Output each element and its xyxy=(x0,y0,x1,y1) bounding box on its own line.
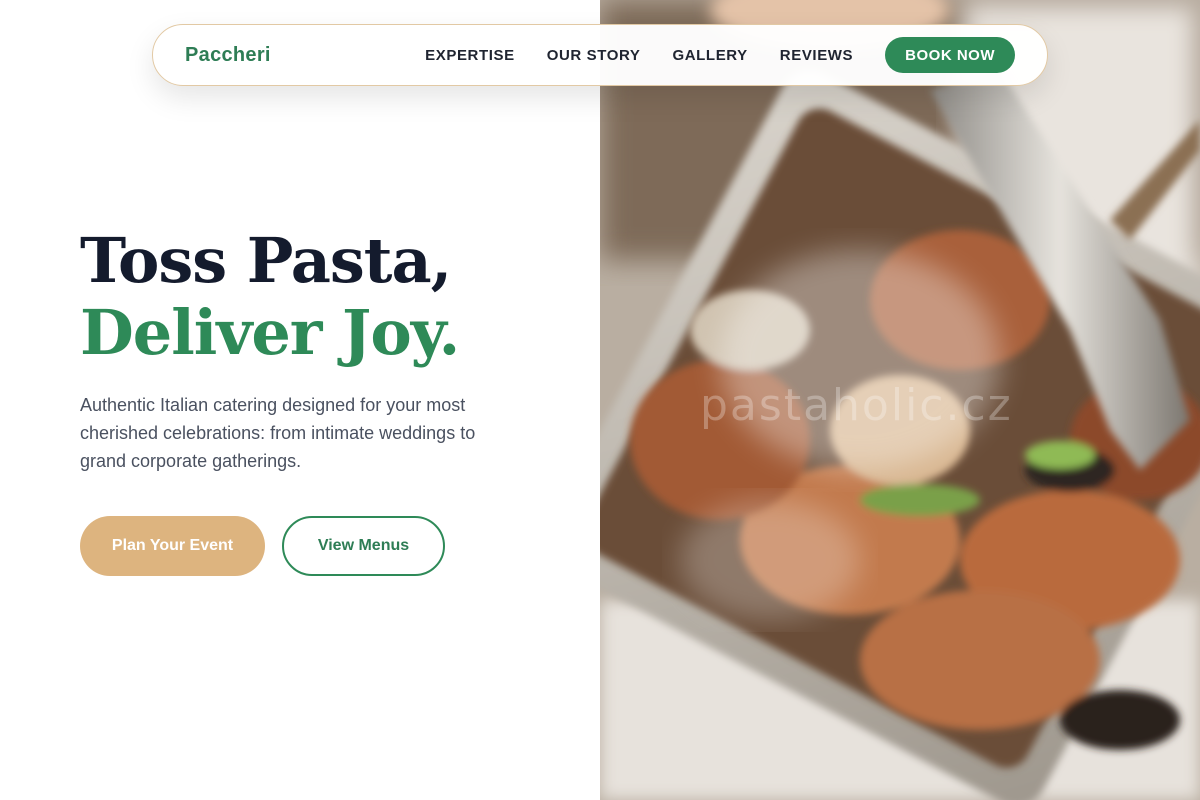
brand-logo[interactable]: Paccheri xyxy=(185,44,271,67)
hero-section: Toss Pasta, Deliver Joy. Authentic Itali… xyxy=(80,225,580,475)
page: pastaholic.cz Paccheri EXPERTISE OUR STO… xyxy=(0,0,1200,800)
hero-headline: Toss Pasta, Deliver Joy. xyxy=(80,225,580,369)
nav-links: EXPERTISE OUR STORY GALLERY REVIEWS BOOK… xyxy=(425,37,1015,73)
book-now-button[interactable]: BOOK NOW xyxy=(885,37,1015,73)
nav-link-gallery[interactable]: GALLERY xyxy=(672,47,747,64)
headline-line-2: Deliver Joy. xyxy=(80,296,460,369)
hero-cta-row: Plan Your Event View Menus xyxy=(80,516,445,576)
plan-event-button[interactable]: Plan Your Event xyxy=(80,516,265,576)
top-navigation: Paccheri EXPERTISE OUR STORY GALLERY REV… xyxy=(152,24,1048,86)
nav-link-reviews[interactable]: REVIEWS xyxy=(780,47,853,64)
hero-food-image: pastaholic.cz xyxy=(600,0,1200,800)
nav-link-expertise[interactable]: EXPERTISE xyxy=(425,47,515,64)
view-menus-button[interactable]: View Menus xyxy=(282,516,445,576)
image-watermark: pastaholic.cz xyxy=(700,380,1013,431)
hero-description: Authentic Italian catering designed for … xyxy=(80,395,476,471)
headline-line-1: Toss Pasta, xyxy=(80,224,452,297)
nav-link-our-story[interactable]: OUR STORY xyxy=(547,47,641,64)
